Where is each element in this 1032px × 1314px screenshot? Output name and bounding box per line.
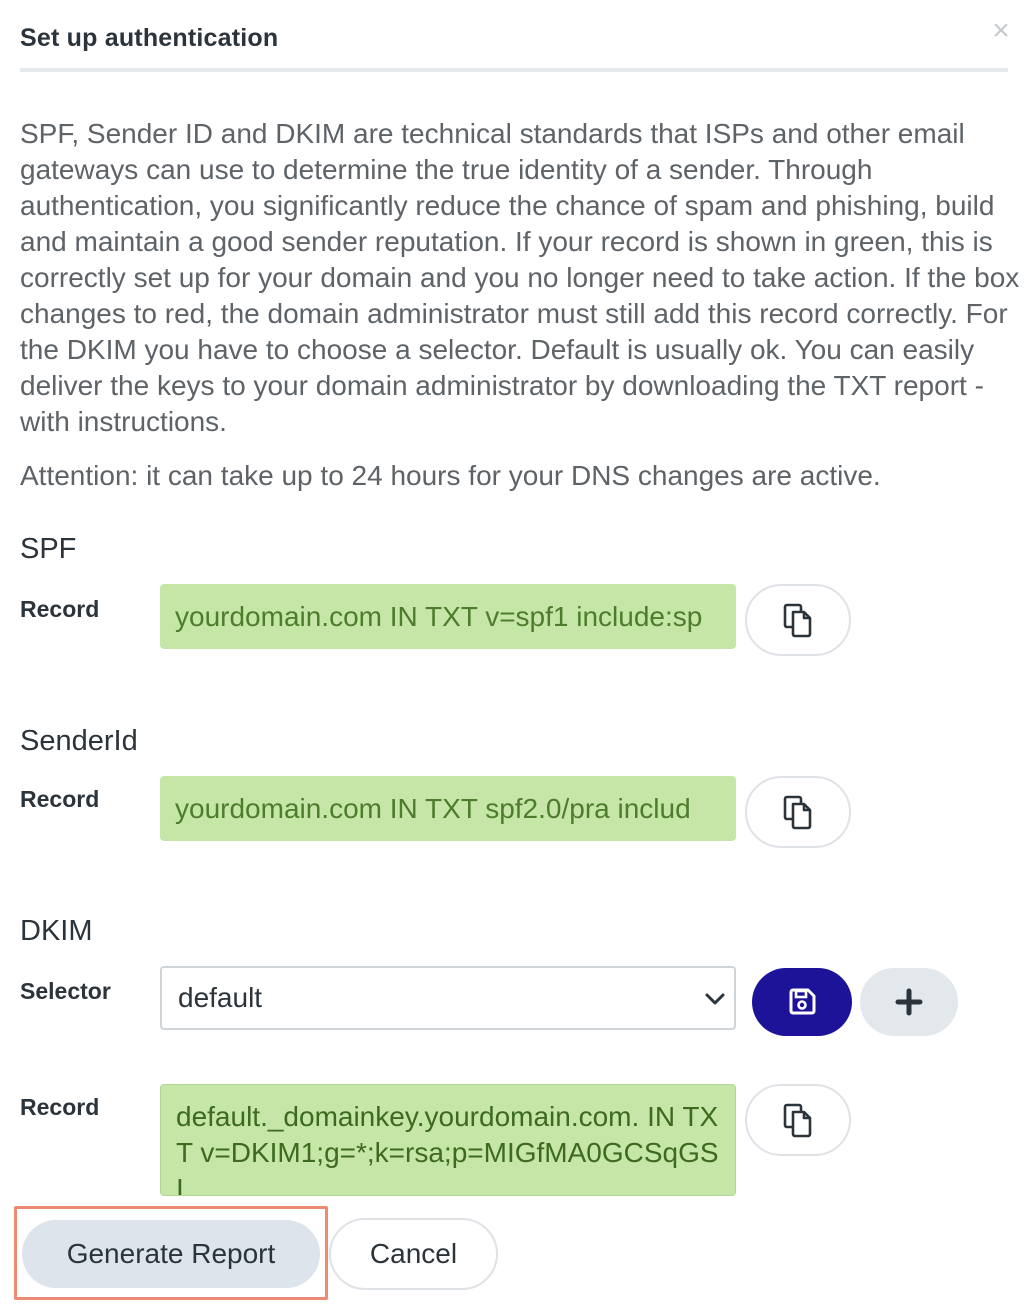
spf-record-field[interactable]: yourdomain.com IN TXT v=spf1 include:sp [160, 584, 736, 649]
dkim-section-title: DKIM [20, 915, 93, 947]
dkim-copy-button[interactable] [745, 1084, 851, 1156]
dkim-selector-label: Selector [20, 978, 111, 1004]
copy-icon [783, 603, 812, 638]
copy-icon [783, 1103, 812, 1138]
dkim-record-label: Record [20, 1094, 100, 1120]
chevron-down-icon [705, 993, 725, 1005]
cancel-button[interactable]: Cancel [329, 1218, 498, 1290]
senderid-copy-button[interactable] [745, 776, 851, 848]
dkim-selector-dropdown[interactable]: default [160, 966, 736, 1030]
plus-icon [895, 988, 923, 1016]
authentication-dialog: Set up authentication × SPF, Sender ID a… [0, 0, 1032, 1314]
close-icon[interactable]: × [986, 16, 1016, 46]
floppy-disk-icon [789, 988, 816, 1015]
spf-section-title: SPF [20, 533, 77, 565]
add-selector-button[interactable] [860, 968, 958, 1036]
senderid-record-label: Record [20, 786, 100, 812]
spf-record-label: Record [20, 596, 100, 622]
save-selector-button[interactable] [752, 968, 852, 1036]
spf-copy-button[interactable] [745, 584, 851, 656]
attention-text: Attention: it can take up to 24 hours fo… [20, 460, 881, 491]
dialog-header: Set up authentication × [20, 0, 1010, 72]
senderid-record-field[interactable]: yourdomain.com IN TXT spf2.0/pra includ [160, 776, 736, 841]
intro-text: SPF, Sender ID and DKIM are technical st… [20, 118, 1020, 437]
dialog-title: Set up authentication [20, 24, 279, 52]
generate-report-button[interactable]: Generate Report [22, 1220, 320, 1288]
copy-icon [783, 795, 812, 830]
dkim-selector-value: default [178, 982, 263, 1013]
dkim-record-field[interactable]: default._domainkey.yourdomain.com. IN TX… [160, 1084, 736, 1196]
senderid-section-title: SenderId [20, 725, 138, 757]
